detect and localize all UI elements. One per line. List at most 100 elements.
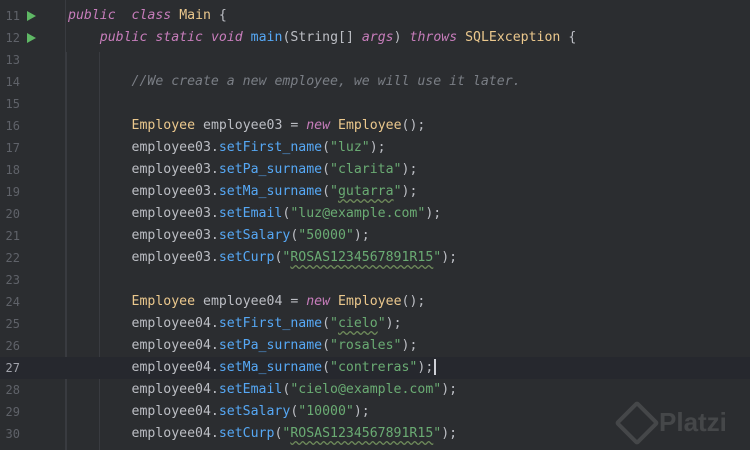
code-token: ); [441,382,458,397]
line-number: 19 [5,185,20,199]
code-token: employee03. [68,228,219,243]
code-token: ); [401,162,418,177]
code-token: ( [322,316,331,331]
line-number: 15 [5,97,20,111]
code-token: void [210,30,243,45]
code-token: " [377,316,386,331]
code-line[interactable]: 26 employee04.setPa_surname("rosales"); [0,335,750,357]
code-line[interactable]: 16 Employee employee03 = new Employee(); [0,115,750,137]
code-token: employee04. [68,338,219,353]
code-token: setSalary [218,404,291,419]
code-line[interactable]: 21 employee03.setSalary("50000"); [0,225,750,247]
code-line[interactable]: 27 employee04.setMa_surname("contreras")… [0,357,750,379]
code-token: ); [385,316,402,331]
code-text: employee03.setSalary("50000"); [68,225,370,247]
code-token: args [361,30,394,45]
line-number: 18 [5,163,20,177]
code-token: ); [401,338,418,353]
code-token: setFirst_name [218,316,323,331]
code-line[interactable]: 20 employee03.setEmail("luz@example.com"… [0,203,750,225]
code-text: public static void main(String[] args) t… [68,27,577,49]
code-line[interactable]: 17 employee03.setFirst_name("luz"); [0,137,750,159]
code-token: employee04 = [195,294,307,309]
code-text: employee03.setCurp("ROSAS1234567891R15")… [68,247,458,269]
code-lines: 11 public class Main {12 public static vo… [0,5,750,445]
code-token: main [250,30,283,45]
code-token: "cielo@example.com" [290,382,442,397]
code-token: ); [441,250,458,265]
code-line[interactable]: 28 employee04.setEmail("cielo@example.co… [0,379,750,401]
code-token: ) [393,30,410,45]
code-token: ( [322,338,331,353]
code-token: employee04. [68,382,219,397]
code-token: static [155,30,203,45]
code-line[interactable]: 24 Employee employee04 = new Employee(); [0,291,750,313]
code-token: (); [401,294,426,309]
code-token: setPa_surname [218,162,323,177]
code-token: ( [322,162,331,177]
line-number: 27 [5,361,20,375]
code-token: ); [353,404,370,419]
code-token: Employee [338,294,402,309]
code-token: cielo [337,316,378,331]
code-token: { [210,8,227,23]
code-line[interactable]: 14 //We create a new employee, we will u… [0,71,750,93]
code-token: setMa_surname [218,360,323,375]
code-token: employee03. [68,206,219,221]
code-line[interactable]: 23 [0,269,750,291]
code-token: setMa_surname [218,184,323,199]
platzi-logo-icon [614,400,660,446]
code-token: new [306,294,331,309]
code-line[interactable]: 22 employee03.setCurp("ROSAS1234567891R1… [0,247,750,269]
code-token: setEmail [218,206,283,221]
run-icon[interactable] [27,33,36,43]
code-text: employee03.setEmail("luz@example.com"); [68,203,442,225]
code-token: employee03. [68,140,219,155]
code-token: setSalary [218,228,291,243]
code-token: ); [353,228,370,243]
code-line[interactable]: 12 public static void main(String[] args… [0,27,750,49]
code-token: " [393,184,402,199]
code-text: employee04.setPa_surname("rosales"); [68,335,418,357]
code-token: ( [322,184,331,199]
code-text: Employee employee04 = new Employee(); [68,291,426,313]
code-token: public [68,8,116,23]
code-line[interactable]: 19 employee03.setMa_surname("gutarra"); [0,181,750,203]
code-text: //We create a new employee, we will use … [68,71,521,93]
line-number: 25 [5,317,20,331]
run-icon[interactable] [27,11,36,21]
code-line[interactable]: 13 [0,49,750,71]
code-token: employee04. [68,426,219,441]
code-token: employee04. [68,404,219,419]
code-token: Main [179,8,211,23]
code-line[interactable]: 18 employee03.setPa_surname("clarita"); [0,159,750,181]
code-line[interactable]: 15 [0,93,750,115]
line-number: 26 [5,339,20,353]
code-token: new [306,118,331,133]
code-token: (); [401,118,426,133]
line-number: 11 [5,9,20,23]
code-token: employee03. [68,250,219,265]
code-token: "10000" [298,404,354,419]
line-number: 13 [5,53,20,67]
code-token: setPa_surname [218,338,323,353]
code-token: "luz" [330,140,370,155]
line-number: 12 [5,31,20,45]
code-text: employee04.setCurp("ROSAS1234567891R15")… [68,423,458,445]
code-token: setCurp [218,250,275,265]
code-token: ROSAS1234567891R15 [290,426,434,441]
code-token: ( [322,140,331,155]
code-text: employee03.setFirst_name("luz"); [68,137,386,159]
code-line[interactable]: 11 public class Main { [0,5,750,27]
code-text: employee03.setPa_surname("clarita"); [68,159,418,181]
code-token: " [330,184,338,199]
code-line[interactable]: 25 employee04.setFirst_name("cielo"); [0,313,750,335]
code-token: " [330,316,338,331]
code-token: Employee [338,118,402,133]
